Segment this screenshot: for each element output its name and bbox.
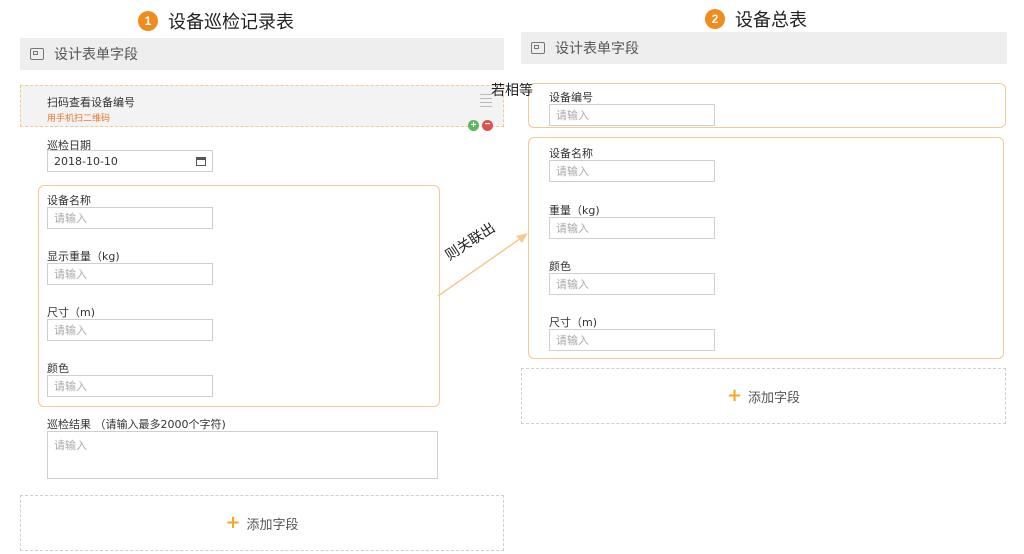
plus-icon: + <box>225 512 241 533</box>
right-add-field-button[interactable]: + 添加字段 <box>521 368 1006 424</box>
weight-input[interactable]: 请输入 <box>47 263 213 285</box>
form-icon <box>30 48 44 60</box>
weight-input[interactable]: 请输入 <box>549 217 715 239</box>
panel-title: 设计表单字段 <box>54 47 138 63</box>
remove-circle-icon[interactable]: − <box>482 120 493 131</box>
arrow-head-icon <box>516 233 528 243</box>
field-label: 设备名称 <box>47 194 91 207</box>
scan-field-hint: 用手机扫二维码 <box>47 114 111 124</box>
right-step-title: 2 设备总表 <box>705 6 807 32</box>
plus-icon: + <box>726 385 743 406</box>
equal-annotation: 若相等 <box>491 83 533 99</box>
result-field-label: 巡检结果 （请输入最多2000个字符) <box>47 418 226 431</box>
size-input[interactable]: 请输入 <box>47 319 213 341</box>
field-label: 尺寸（m) <box>549 316 598 329</box>
panel-title: 设计表单字段 <box>555 41 639 57</box>
form-icon <box>531 42 545 54</box>
right-title-text: 设备总表 <box>735 10 807 31</box>
calendar-icon[interactable] <box>196 156 206 166</box>
add-field-label: 添加字段 <box>748 390 801 406</box>
left-title-text: 设备巡检记录表 <box>168 12 294 33</box>
field-label: 显示重量（kg) <box>47 250 120 263</box>
step-number-badge: 1 <box>138 11 158 31</box>
device-name-input[interactable]: 请输入 <box>47 207 213 229</box>
scan-field-label: 扫码查看设备编号 <box>47 96 135 109</box>
device-name-input[interactable]: 请输入 <box>549 160 715 182</box>
right-panel-header: 设计表单字段 <box>521 32 1007 64</box>
field-label: 设备名称 <box>549 147 593 160</box>
left-add-field-button[interactable]: + 添加字段 <box>20 495 504 551</box>
field-label: 尺寸（m) <box>47 306 96 319</box>
add-circle-icon[interactable]: + <box>468 120 479 131</box>
code-field-label: 设备编号 <box>549 91 593 104</box>
color-input[interactable]: 请输入 <box>47 375 213 397</box>
field-label: 颜色 <box>47 362 69 375</box>
step-number-badge: 2 <box>705 9 725 29</box>
color-input[interactable]: 请输入 <box>549 273 715 295</box>
scan-field-selected[interactable]: 扫码查看设备编号 用手机扫二维码 <box>20 85 504 127</box>
add-field-label: 添加字段 <box>246 517 299 533</box>
left-step-title: 1 设备巡检记录表 <box>138 8 294 34</box>
date-value: 2018-10-10 <box>54 154 118 168</box>
field-label: 颜色 <box>549 260 571 273</box>
field-label: 重量（kg) <box>549 204 600 217</box>
device-code-input[interactable]: 请输入 <box>549 104 715 126</box>
result-textarea[interactable]: 请输入 <box>47 431 438 479</box>
date-input[interactable]: 2018-10-10 <box>47 150 213 172</box>
size-input[interactable]: 请输入 <box>549 329 715 351</box>
left-panel-header: 设计表单字段 <box>20 38 504 70</box>
